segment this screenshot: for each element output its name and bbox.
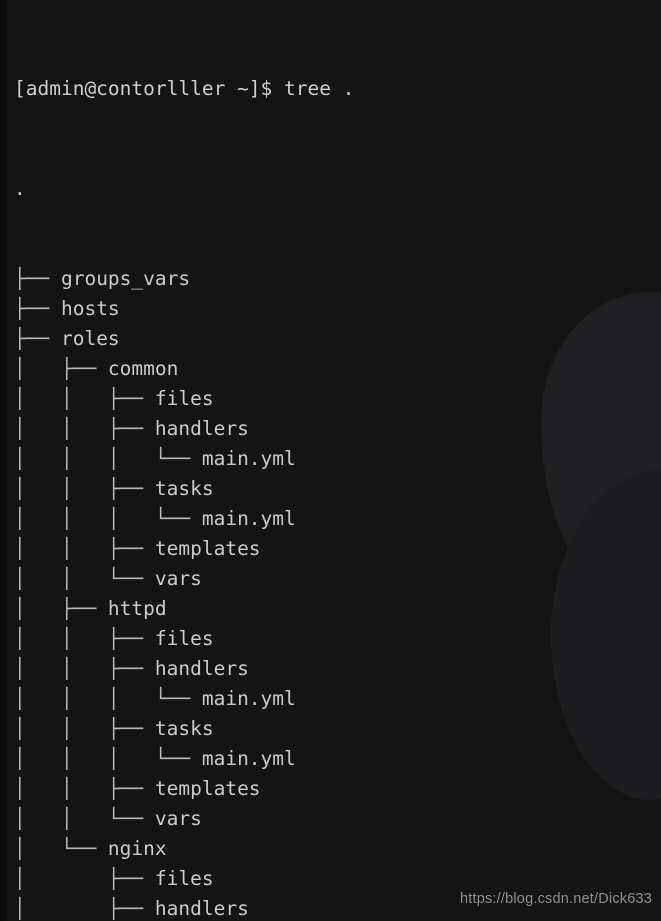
tree-branch-connector: │ │ ├── bbox=[14, 537, 155, 560]
tree-branch-connector: ├── bbox=[14, 297, 61, 320]
tree-row: │ │ ├── tasks bbox=[14, 474, 661, 504]
tree-row: │ ├── common bbox=[14, 354, 661, 384]
tree-row: │ ├── files bbox=[14, 864, 661, 894]
tree-entry-name: roles bbox=[60, 327, 120, 350]
tree-entry-name: common bbox=[107, 357, 179, 380]
tree-branch-connector: │ └── bbox=[14, 837, 108, 860]
tree-entry-name: files bbox=[154, 627, 214, 650]
tree-listing: ├── groups_vars ├── hosts ├── roles │ ├── c… bbox=[14, 264, 661, 921]
tree-row: ├── groups_vars bbox=[14, 264, 661, 294]
tree-branch-connector: ├── bbox=[14, 267, 61, 290]
window-left-edge bbox=[0, 0, 7, 921]
tree-entry-name: handlers bbox=[154, 897, 249, 920]
tree-row: │ │ ├── files bbox=[14, 624, 661, 654]
tree-row: │ │ ├── handlers bbox=[14, 414, 661, 444]
tree-entry-name: main.yml bbox=[201, 687, 296, 710]
tree-entry-name: files bbox=[154, 387, 214, 410]
tree-entry-name: tasks bbox=[154, 477, 214, 500]
tree-entry-name: main.yml bbox=[201, 447, 296, 470]
tree-entry-name: vars bbox=[154, 807, 202, 830]
tree-entry-name: tasks bbox=[154, 717, 214, 740]
tree-row: │ │ ├── tasks bbox=[14, 714, 661, 744]
tree-branch-connector: │ │ │ └── bbox=[14, 747, 202, 770]
tree-row: │ └── nginx bbox=[14, 834, 661, 864]
tree-entry-name: main.yml bbox=[201, 507, 296, 530]
tree-branch-connector: │ │ ├── bbox=[14, 477, 155, 500]
tree-entry-name: httpd bbox=[107, 597, 167, 620]
tree-root-line: . bbox=[14, 177, 26, 200]
tree-entry-name: hosts bbox=[60, 297, 120, 320]
tree-entry-name: main.yml bbox=[201, 747, 296, 770]
tree-entry-name: files bbox=[154, 867, 214, 890]
tree-row: │ │ │ └── main.yml bbox=[14, 504, 661, 534]
terminal-screenshot: [admin@contorlller ~]$ tree . . ├── grou… bbox=[0, 0, 661, 921]
tree-row: │ │ │ └── main.yml bbox=[14, 684, 661, 714]
tree-branch-connector: │ │ ├── bbox=[14, 777, 155, 800]
tree-entry-name: handlers bbox=[154, 657, 249, 680]
shell-prompt-line: [admin@contorlller ~]$ tree . bbox=[14, 77, 355, 100]
tree-entry-name: vars bbox=[154, 567, 202, 590]
tree-row: │ ├── httpd bbox=[14, 594, 661, 624]
tree-branch-connector: │ │ ├── bbox=[14, 387, 155, 410]
tree-row: │ │ │ └── main.yml bbox=[14, 444, 661, 474]
tree-row: │ │ ├── templates bbox=[14, 774, 661, 804]
tree-row: ├── hosts bbox=[14, 294, 661, 324]
tree-row: │ │ ├── templates bbox=[14, 534, 661, 564]
tree-row: ├── roles bbox=[14, 324, 661, 354]
tree-entry-name: templates bbox=[154, 537, 261, 560]
watermark-text: https://blog.csdn.net/Dick633 bbox=[460, 891, 652, 907]
tree-row: │ │ ├── handlers bbox=[14, 654, 661, 684]
tree-entry-name: groups_vars bbox=[60, 267, 191, 290]
tree-branch-connector: │ │ ├── bbox=[14, 717, 155, 740]
tree-branch-connector: │ │ ├── bbox=[14, 657, 155, 680]
tree-row: │ │ │ └── main.yml bbox=[14, 744, 661, 774]
tree-branch-connector: │ │ │ └── bbox=[14, 507, 202, 530]
terminal-output-area[interactable]: [admin@contorlller ~]$ tree . . ├── grou… bbox=[0, 0, 661, 921]
tree-row: │ │ └── vars bbox=[14, 564, 661, 594]
tree-branch-connector: │ │ └── bbox=[14, 567, 155, 590]
tree-branch-connector: │ ├── bbox=[14, 867, 155, 890]
tree-branch-connector: │ │ └── bbox=[14, 807, 155, 830]
tree-branch-connector: │ │ │ └── bbox=[14, 447, 202, 470]
tree-branch-connector: ├── bbox=[14, 327, 61, 350]
tree-entry-name: handlers bbox=[154, 417, 249, 440]
tree-branch-connector: │ ├── bbox=[14, 897, 155, 920]
tree-row: │ │ ├── files bbox=[14, 384, 661, 414]
tree-entry-name: nginx bbox=[107, 837, 167, 860]
tree-branch-connector: │ │ ├── bbox=[14, 417, 155, 440]
tree-branch-connector: │ ├── bbox=[14, 357, 108, 380]
tree-branch-connector: │ ├── bbox=[14, 597, 108, 620]
tree-branch-connector: │ │ │ └── bbox=[14, 687, 202, 710]
tree-row: │ │ └── vars bbox=[14, 804, 661, 834]
tree-entry-name: templates bbox=[154, 777, 261, 800]
tree-branch-connector: │ │ ├── bbox=[14, 627, 155, 650]
